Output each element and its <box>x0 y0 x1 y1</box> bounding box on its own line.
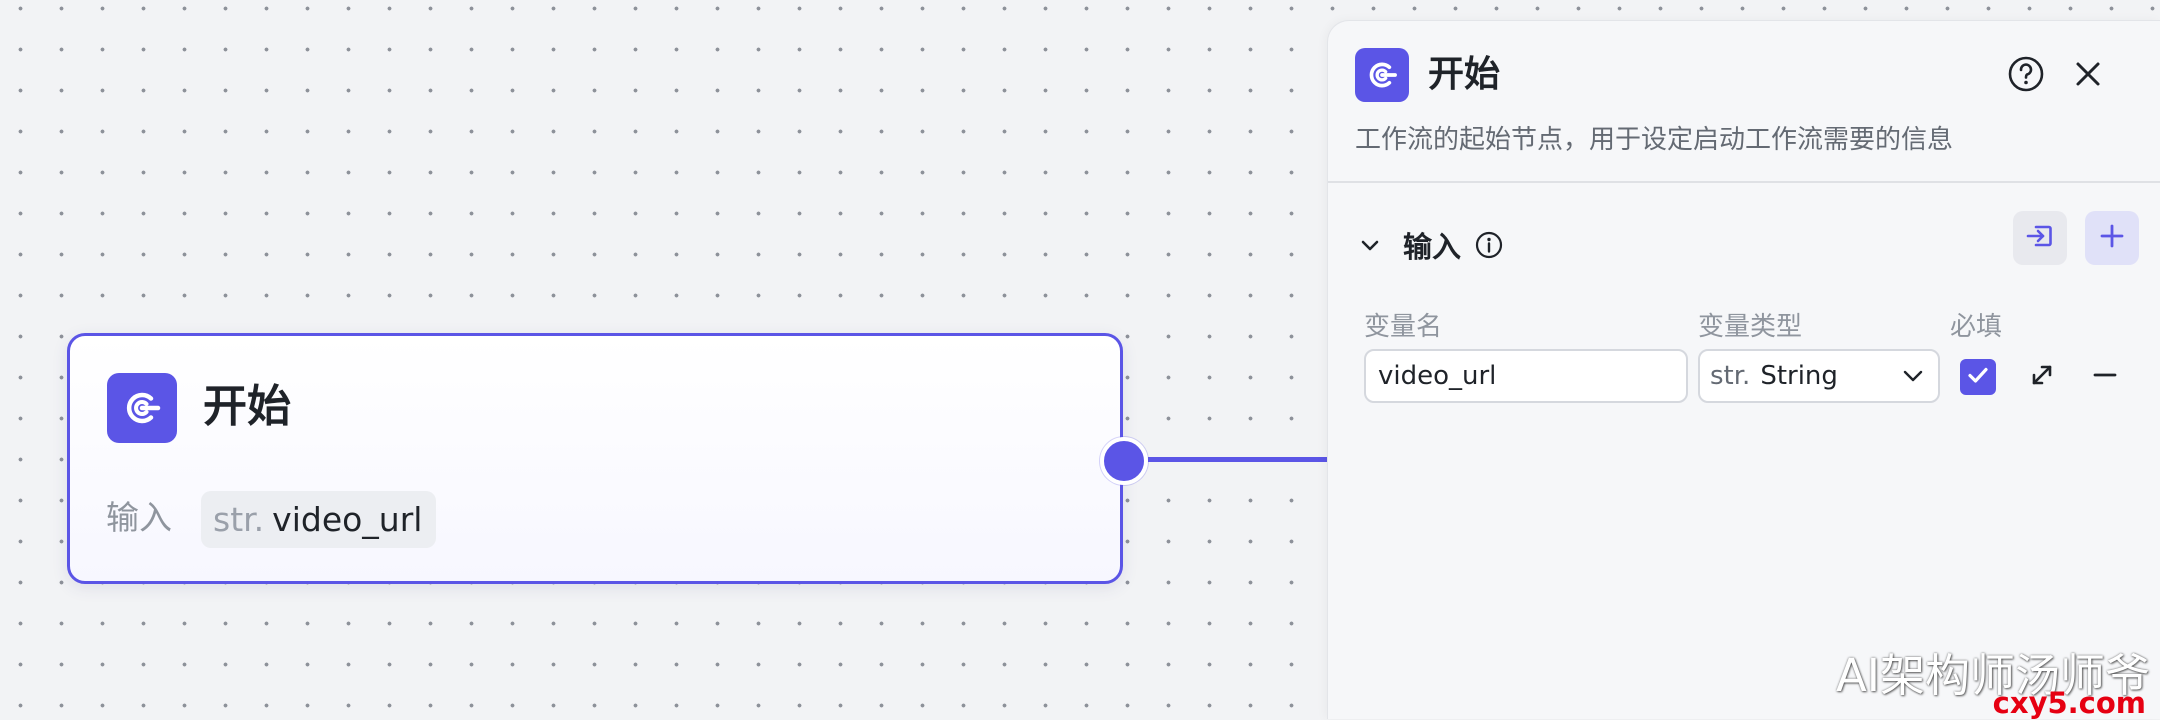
output-port-handle[interactable] <box>1100 437 1148 485</box>
node-settings-panel: 开始 工作流的起始节点，用于设定启动工作流需要的信息 输入 变量名 变量类型 必… <box>1327 20 2160 719</box>
variable-type-prefix: str. <box>1710 361 1751 391</box>
import-variables-button[interactable] <box>2013 211 2067 265</box>
chevron-down-icon <box>1355 230 1385 260</box>
column-header-variable-type: 变量类型 <box>1698 312 1803 342</box>
watermark: AI架构师汤师爷 cxy5.com <box>1836 648 2150 720</box>
help-circle-icon <box>2006 54 2046 98</box>
add-variable-button[interactable] <box>2085 211 2139 265</box>
variable-name-input[interactable] <box>1364 349 1688 403</box>
variable-type-select[interactable]: str. String <box>1698 349 1940 403</box>
close-icon <box>2072 58 2104 94</box>
expand-icon <box>2027 360 2057 394</box>
remove-variable-button[interactable] <box>2083 355 2127 399</box>
node-title: 开始 <box>203 381 291 432</box>
start-node-icon <box>107 373 177 443</box>
start-node-icon <box>1355 48 1409 102</box>
import-icon <box>2024 220 2056 256</box>
node-variable-tag: str. video_url <box>201 491 437 548</box>
required-checkbox[interactable] <box>1960 359 1996 395</box>
variable-type-value: String <box>1760 361 1838 391</box>
close-button[interactable] <box>2066 54 2110 98</box>
minus-icon <box>2091 361 2119 393</box>
column-header-variable-name: 变量名 <box>1364 312 1443 342</box>
inputs-section-title: 输入 <box>1403 230 1462 264</box>
connection-edge[interactable] <box>1148 457 1328 462</box>
panel-description: 工作流的起始节点，用于设定启动工作流需要的信息 <box>1355 125 1954 155</box>
chevron-down-icon <box>1898 361 1928 391</box>
watermark-domain: cxy5.com <box>1992 686 2146 720</box>
expand-variable-button[interactable] <box>2020 355 2064 399</box>
node-variable-name: video_url <box>272 500 423 539</box>
panel-title: 开始 <box>1428 54 1501 95</box>
start-node-card[interactable]: 开始 输入 str. video_url <box>67 333 1123 584</box>
plus-icon <box>2097 221 2127 255</box>
checkmark-icon <box>1965 362 1991 392</box>
panel-divider <box>1328 181 2160 183</box>
node-inputs-label: 输入 <box>106 498 172 537</box>
info-icon[interactable] <box>1473 229 1505 261</box>
column-header-required: 必填 <box>1950 312 2003 342</box>
help-button[interactable] <box>2004 54 2048 98</box>
node-variable-type: str. <box>213 500 265 539</box>
inputs-section-toggle[interactable]: 输入 <box>1355 221 1505 269</box>
